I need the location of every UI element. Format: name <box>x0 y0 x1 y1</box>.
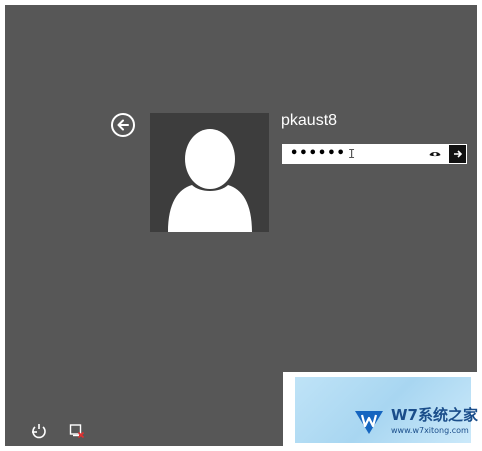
eye-icon[interactable] <box>429 149 441 159</box>
password-field[interactable]: •••••• I <box>282 144 467 164</box>
username-label: pkaust8 <box>281 112 338 129</box>
watermark-url: www.w7xitong.com <box>391 426 469 435</box>
submit-button[interactable] <box>449 145 466 163</box>
watermark-title: W7系统之家 <box>391 406 478 424</box>
user-avatar <box>150 113 269 232</box>
back-arrow-icon <box>117 119 129 131</box>
watermark-panel: W7系统之家 www.w7xitong.com <box>283 372 482 451</box>
text-cursor-icon: I <box>348 147 356 161</box>
ease-of-access-icon[interactable] <box>31 423 47 439</box>
w7-logo-icon <box>355 411 383 434</box>
power-icon[interactable] <box>69 423 85 439</box>
user-silhouette-icon <box>168 129 252 232</box>
right-arrow-icon <box>453 150 462 158</box>
password-value: •••••• <box>290 146 346 161</box>
back-button[interactable] <box>111 113 135 137</box>
